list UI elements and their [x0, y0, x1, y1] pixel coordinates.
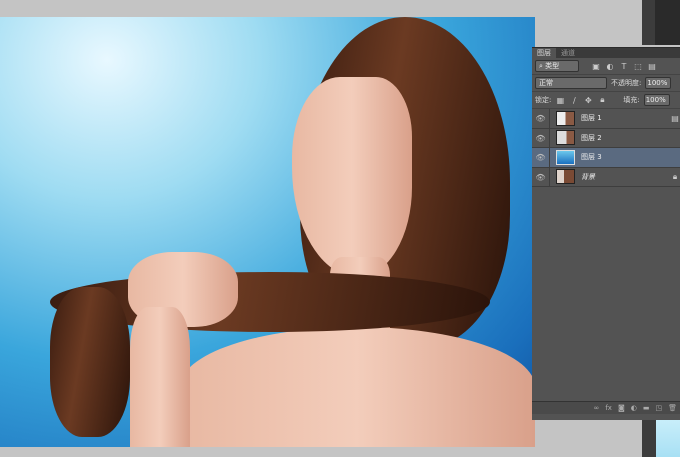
mask-icon[interactable]: ◙: [618, 404, 625, 412]
fill-input[interactable]: 100%: [643, 94, 670, 106]
layer-row[interactable]: 👁︎ 图层 2: [532, 128, 680, 148]
adjustment-icon[interactable]: ◐: [631, 404, 637, 412]
second-document-preview: [656, 420, 680, 457]
eye-icon[interactable]: 👁︎: [532, 128, 550, 147]
layer-name[interactable]: 背景: [581, 172, 670, 182]
filter-type-select[interactable]: ⌕ 类型: [535, 60, 579, 72]
layer-thumbnail: [556, 149, 575, 165]
eye-icon[interactable]: 👁︎: [532, 167, 550, 186]
link-icon[interactable]: ∞: [594, 404, 600, 412]
trash-icon[interactable]: 🗑︎: [668, 404, 677, 412]
lock-icon: 🔒︎: [672, 171, 678, 181]
type-filter-icon[interactable]: T: [619, 62, 629, 71]
smart-object-filter-icon[interactable]: ▤: [647, 62, 657, 71]
layer-name[interactable]: 图层 2: [581, 133, 680, 143]
lock-label: 锁定:: [535, 96, 552, 104]
lock-all-icon[interactable]: 🔒︎: [597, 95, 607, 105]
pixel-filter-icon[interactable]: ▣: [591, 62, 601, 71]
fx-icon[interactable]: fx: [605, 404, 612, 412]
folder-icon[interactable]: ▬: [643, 404, 650, 412]
shape-filter-icon[interactable]: ⬚: [633, 62, 643, 71]
opacity-input[interactable]: 100%: [645, 77, 672, 89]
tab-layers[interactable]: 图层: [532, 48, 556, 58]
filter-label: 类型: [545, 62, 560, 70]
panel-dock-strip-lower: [642, 420, 656, 457]
adjustment-filter-icon[interactable]: ◐: [605, 62, 615, 71]
layer-thumbnail: [556, 110, 575, 126]
lock-position-icon[interactable]: ✥: [583, 96, 593, 105]
layers-panel: 图层 通道 ⌕ 类型 ▣ ◐ T ⬚ ▤ 正常 不透明度: 100% 锁定: ▦…: [532, 47, 680, 420]
arm: [130, 307, 190, 447]
shoulder: [180, 327, 535, 447]
layer-row-selected[interactable]: 👁︎ 图层 3: [532, 148, 680, 168]
smart-object-icon: ▤: [671, 113, 679, 123]
layer-name[interactable]: 图层 3: [581, 152, 680, 162]
panel-dock-strip: [642, 0, 655, 45]
layer-row[interactable]: 👁︎ 图层 1 ▤: [532, 109, 680, 129]
lock-paint-icon[interactable]: ∕: [569, 96, 579, 105]
layer-thumbnail: [556, 169, 575, 185]
layer-name[interactable]: 图层 1: [581, 113, 670, 123]
layer-thumbnail: [556, 130, 575, 146]
hair-ends: [50, 287, 130, 437]
fill-label: 填充:: [623, 96, 640, 104]
panel-dock-dark: [655, 0, 680, 45]
layers-footer: ∞ fx ◙ ◐ ▬ ◳ 🗑︎: [532, 401, 680, 414]
eye-icon[interactable]: 👁︎: [532, 109, 550, 128]
layer-row[interactable]: 👁︎ 背景 🔒︎: [532, 167, 680, 187]
document-canvas[interactable]: [0, 17, 535, 447]
lock-transparent-icon[interactable]: ▦: [555, 96, 565, 105]
blend-mode-select[interactable]: 正常: [535, 77, 607, 89]
eye-icon[interactable]: 👁︎: [532, 148, 550, 167]
opacity-label: 不透明度:: [611, 79, 642, 87]
tab-channels[interactable]: 通道: [556, 48, 580, 58]
new-layer-icon[interactable]: ◳: [655, 404, 662, 412]
